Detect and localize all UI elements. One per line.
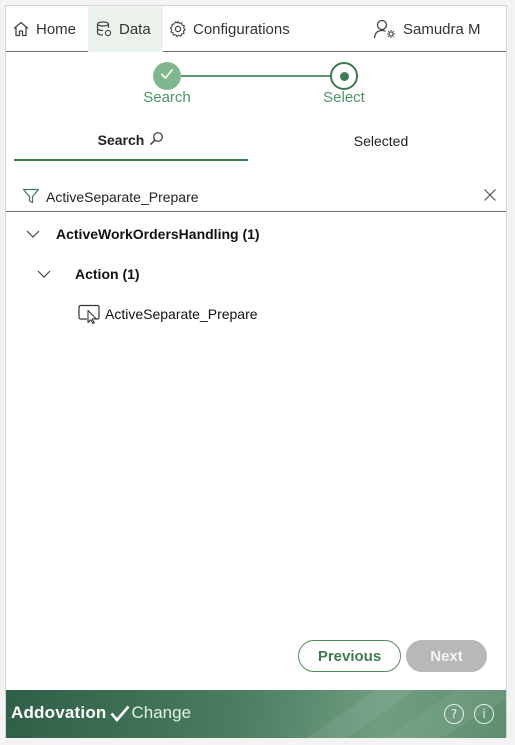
gear-icon: [169, 20, 187, 38]
tab-selected-label: Selected: [353, 133, 409, 149]
footer-bar: Addovation Change ? i: [6, 690, 506, 738]
tab-selected[interactable]: Selected: [264, 121, 498, 161]
step-select-label: Select: [323, 89, 365, 106]
search-icon: [149, 131, 164, 149]
tree-leaf-row[interactable]: ActiveSeparate_Prepare: [78, 303, 258, 325]
nav-home-label: Home: [36, 20, 77, 38]
current-step-dot: [339, 71, 349, 81]
next-button[interactable]: Next: [406, 640, 487, 672]
filter-icon: [22, 187, 40, 210]
brand-name: Addovation: [11, 703, 107, 722]
step-search-indicator[interactable]: [153, 62, 181, 90]
tree-group-row[interactable]: ActiveWorkOrdersHandling (1): [26, 223, 260, 245]
action-cursor-icon: [78, 304, 100, 324]
user-menu[interactable]: Samudra M: [373, 6, 481, 52]
user-name: Samudra M: [403, 20, 481, 38]
checkmark-logo-icon: [110, 705, 130, 722]
nav-configurations[interactable]: Configurations: [169, 6, 290, 52]
progress-stepper: Search Select: [6, 56, 506, 114]
help-icon[interactable]: ?: [444, 704, 464, 724]
info-icon[interactable]: i: [474, 704, 494, 724]
checkmark-icon: [160, 67, 174, 85]
close-icon[interactable]: [482, 187, 498, 208]
tree-subgroup-label: Action (1): [75, 266, 140, 282]
tree-leaf-label: ActiveSeparate_Prepare: [105, 306, 258, 322]
nav-configurations-label: Configurations: [193, 20, 290, 38]
user-settings-icon: [373, 18, 397, 40]
brand-logo: Addovation Change: [11, 703, 191, 723]
previous-button[interactable]: Previous: [298, 640, 401, 672]
chevron-down-icon[interactable]: [26, 230, 42, 238]
step-search-label: Search: [143, 89, 191, 106]
footer-decoration: [306, 690, 506, 738]
tab-search-label: Search: [97, 132, 145, 148]
tree-group-label: ActiveWorkOrdersHandling (1): [56, 226, 260, 242]
step-select-indicator: [330, 62, 358, 90]
filter-bar: ActiveSeparate_Prepare: [6, 184, 506, 212]
chevron-down-icon[interactable]: [37, 270, 53, 278]
filter-value[interactable]: ActiveSeparate_Prepare: [46, 189, 199, 205]
product-name: Change: [131, 703, 192, 722]
top-nav: Home Data Configurations Samudra M: [6, 6, 506, 52]
stepper-connector: [181, 75, 333, 77]
tree-subgroup-row[interactable]: Action (1): [37, 263, 140, 285]
app-panel: Home Data Configurations Samudra M Searc…: [5, 5, 507, 738]
tab-search[interactable]: Search: [14, 121, 248, 161]
home-icon: [12, 20, 30, 38]
nav-data-label: Data: [119, 20, 151, 38]
tab-bar: Search Selected: [14, 121, 498, 161]
nav-home[interactable]: Home: [12, 6, 76, 52]
nav-data[interactable]: Data: [88, 6, 163, 52]
database-icon: [95, 20, 113, 38]
